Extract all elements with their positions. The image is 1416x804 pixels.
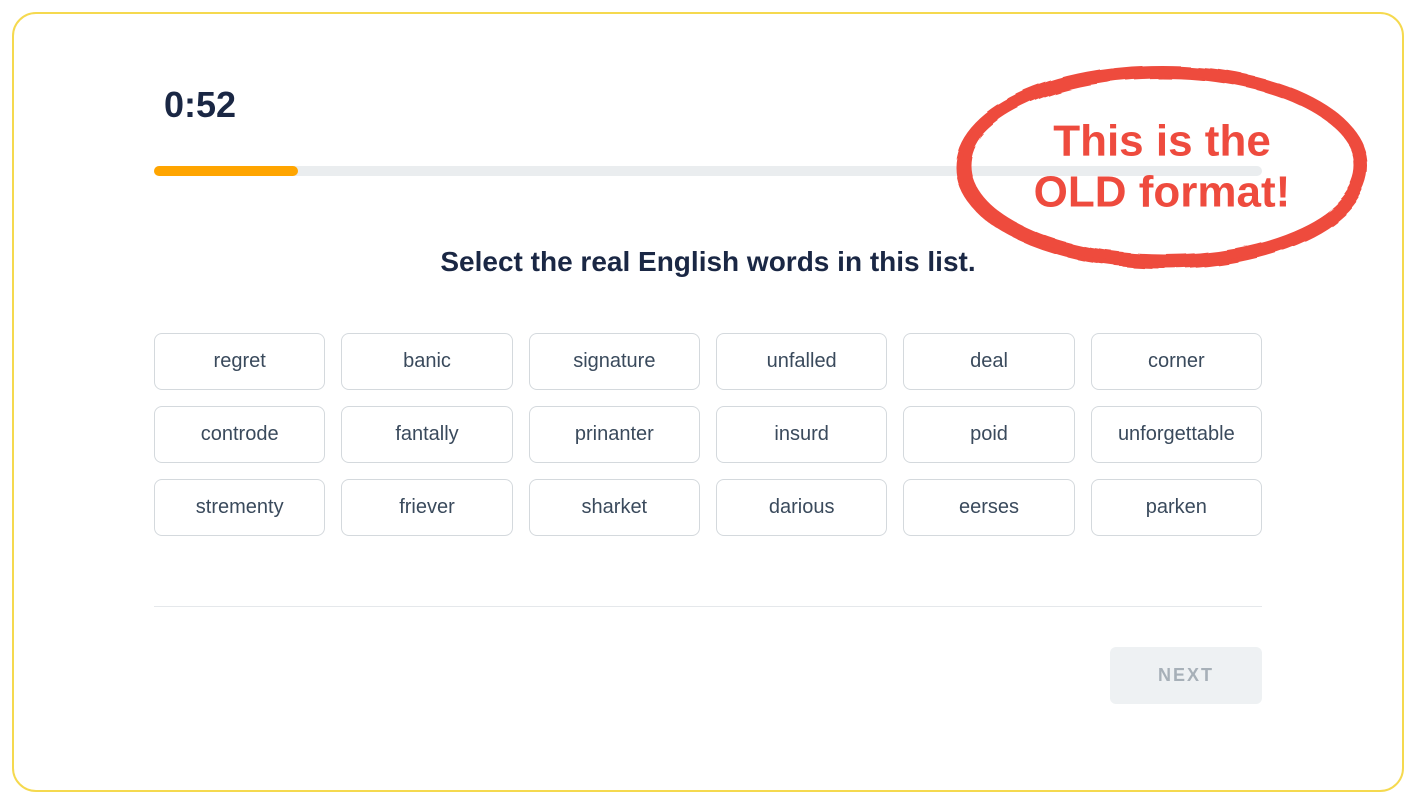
question-prompt: Select the real English words in this li… — [154, 246, 1262, 278]
word-option[interactable]: deal — [903, 333, 1074, 390]
word-option[interactable]: sharket — [529, 479, 700, 536]
word-option[interactable]: friever — [341, 479, 512, 536]
word-row: strementy friever sharket darious eerses… — [154, 479, 1262, 536]
word-row: regret banic signature unfalled deal cor… — [154, 333, 1262, 390]
divider — [154, 606, 1262, 607]
word-option[interactable]: unforgettable — [1091, 406, 1262, 463]
word-option[interactable]: prinanter — [529, 406, 700, 463]
word-option[interactable]: regret — [154, 333, 325, 390]
word-option[interactable]: darious — [716, 479, 887, 536]
next-button[interactable]: NEXT — [1110, 647, 1262, 704]
word-option[interactable]: strementy — [154, 479, 325, 536]
word-option[interactable]: controde — [154, 406, 325, 463]
progress-bar — [154, 166, 1262, 176]
word-option[interactable]: banic — [341, 333, 512, 390]
word-row: controde fantally prinanter insurd poid … — [154, 406, 1262, 463]
word-option[interactable]: unfalled — [716, 333, 887, 390]
word-option[interactable]: fantally — [341, 406, 512, 463]
footer: NEXT — [154, 647, 1262, 704]
word-options-grid: regret banic signature unfalled deal cor… — [154, 333, 1262, 536]
timer-display: 0:52 — [164, 84, 1262, 126]
word-option[interactable]: eerses — [903, 479, 1074, 536]
word-option[interactable]: corner — [1091, 333, 1262, 390]
word-option[interactable]: parken — [1091, 479, 1262, 536]
word-option[interactable]: insurd — [716, 406, 887, 463]
quiz-frame: 0:52 Select the real English words in th… — [12, 12, 1404, 792]
word-option[interactable]: signature — [529, 333, 700, 390]
word-option[interactable]: poid — [903, 406, 1074, 463]
progress-fill — [154, 166, 298, 176]
